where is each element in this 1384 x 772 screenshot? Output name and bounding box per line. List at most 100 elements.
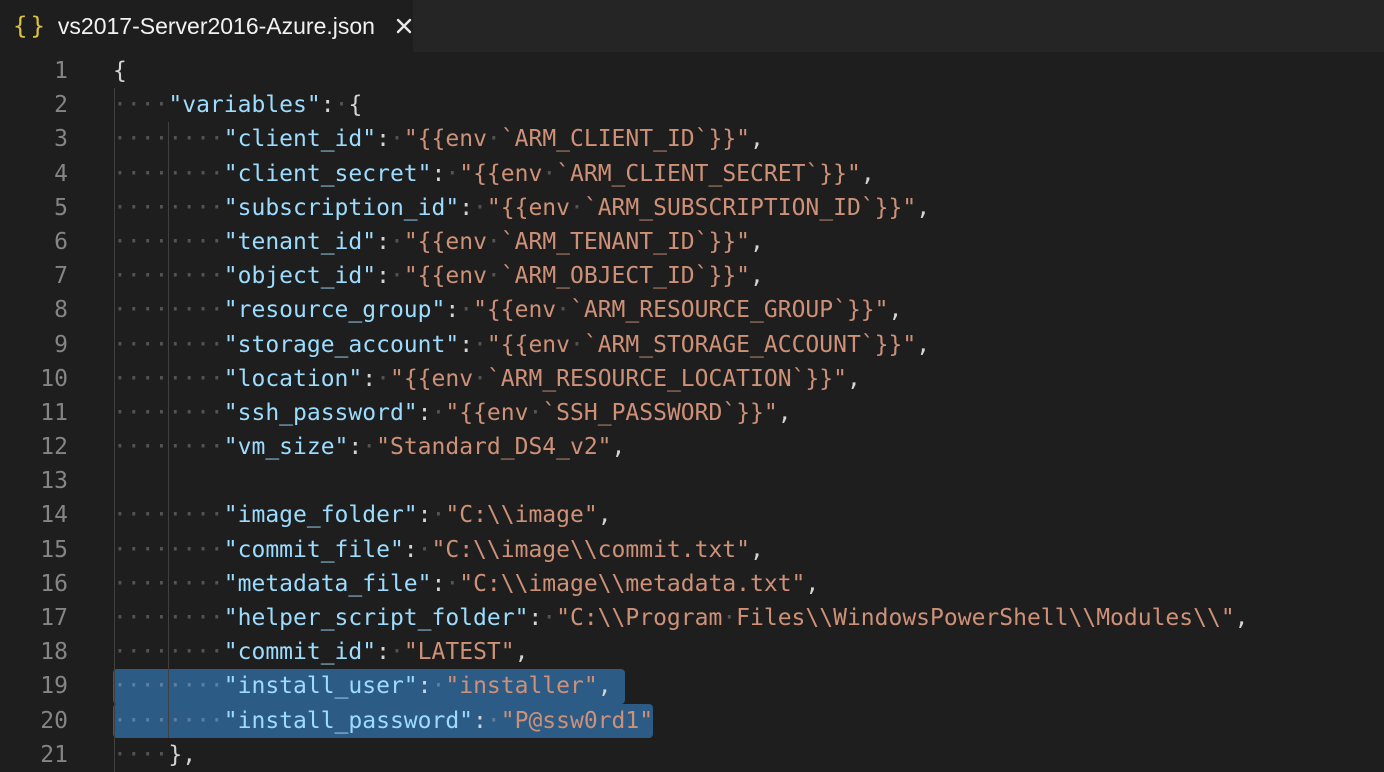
code-line[interactable]: 15········"commit_file":·"C:\\image\\com… — [0, 533, 1384, 567]
json-string: "installer" — [445, 673, 597, 699]
code-line[interactable]: 14 ········"image_folder":·"C:\\image", — [0, 498, 1384, 532]
code-editor[interactable]: 1{2····"variables":·{3········"client_id… — [0, 52, 1384, 772]
json-string: "C:\\Program — [556, 605, 722, 631]
json-punctuation: { — [113, 58, 127, 84]
json-key: "helper_script_folder" — [224, 605, 529, 631]
whitespace-dots: · — [542, 605, 556, 631]
json-string: "{{env — [404, 126, 487, 152]
line-number[interactable]: 12 — [0, 430, 68, 464]
json-punctuation: : — [376, 229, 390, 255]
whitespace-dots: · — [432, 673, 446, 699]
code-text: ····"variables":·{ — [113, 88, 362, 122]
json-punctuation: : — [376, 639, 390, 665]
json-key: "object_id" — [224, 263, 376, 289]
code-line[interactable]: 10········"location":·"{{env·`ARM_RESOUR… — [0, 362, 1384, 396]
code-line[interactable]: 8········"resource_group":·"{{env·`ARM_R… — [0, 293, 1384, 327]
code-line[interactable]: 20········"install_password":·"P@ssw0rd1… — [0, 704, 1384, 738]
json-punctuation: , — [750, 263, 764, 289]
tab-vs2017-server2016-azure-json[interactable]: {} vs2017-Server2016-Azure.json — [0, 0, 413, 52]
line-number[interactable]: 19 — [0, 669, 68, 703]
whitespace-dots: · — [528, 400, 542, 426]
code-line[interactable]: 9 ········"storage_account":·"{{env·`ARM_… — [0, 328, 1384, 362]
json-punctuation: : — [445, 297, 459, 323]
line-number[interactable]: 5 — [0, 191, 68, 225]
line-number[interactable]: 16 — [0, 567, 68, 601]
code-line[interactable]: 4········"client_secret":·"{{env·`ARM_CL… — [0, 157, 1384, 191]
whitespace-dots: · — [487, 126, 501, 152]
json-punctuation: : — [473, 708, 487, 734]
json-key: "client_secret" — [224, 161, 432, 187]
line-number[interactable]: 15 — [0, 533, 68, 567]
json-string: `ARM_RESOURCE_GROUP`}}" — [570, 297, 889, 323]
line-number[interactable]: 13 — [0, 464, 68, 498]
line-number[interactable]: 11 — [0, 396, 68, 430]
json-punctuation: : — [321, 92, 335, 118]
whitespace-dots: · — [487, 263, 501, 289]
whitespace-dots: · — [390, 126, 404, 152]
code-line[interactable]: 3········"client_id":·"{{env·`ARM_CLIENT… — [0, 122, 1384, 156]
code-line[interactable]: 17········"helper_script_folder":·"C:\\P… — [0, 601, 1384, 635]
code-line[interactable]: 2 ····"variables":·{ — [0, 88, 1384, 122]
code-line[interactable]: 18········"commit_id":·"LATEST", — [0, 635, 1384, 669]
json-punctuation: , — [805, 571, 819, 597]
json-punctuation: , — [847, 366, 861, 392]
code-text: ········"client_id":·"{{env·`ARM_CLIENT_… — [113, 122, 764, 156]
code-line[interactable]: 7········"object_id":·"{{env·`ARM_OBJECT… — [0, 259, 1384, 293]
code-line[interactable]: 13 — [0, 464, 1384, 498]
code-line[interactable]: 12········"vm_size":·"Standard_DS4_v2", — [0, 430, 1384, 464]
json-file-icon: {} — [13, 12, 48, 40]
code-text-selected: ········"install_user":·"installer", — [113, 669, 625, 703]
json-punctuation: , — [750, 126, 764, 152]
json-punctuation: : — [418, 673, 432, 699]
json-punctuation: : — [404, 537, 418, 563]
json-string: "{{env — [390, 366, 473, 392]
line-number[interactable]: 7 — [0, 259, 68, 293]
json-punctuation: : — [459, 332, 473, 358]
indent-guide-level-1 — [114, 88, 115, 772]
line-number[interactable]: 20 — [0, 704, 68, 738]
json-string: `ARM_CLIENT_ID`}}" — [501, 126, 750, 152]
code-line[interactable]: 5········"subscription_id":·"{{env·`ARM_… — [0, 191, 1384, 225]
indent-guide-level-2 — [168, 122, 169, 738]
close-tab-icon[interactable] — [391, 13, 417, 39]
json-key: "subscription_id" — [224, 195, 459, 221]
json-string: `ARM_TENANT_ID`}}" — [501, 229, 750, 255]
line-number[interactable]: 1 — [0, 54, 68, 88]
json-string: `ARM_STORAGE_ACCOUNT`}}" — [584, 332, 916, 358]
json-key: "commit_id" — [224, 639, 376, 665]
code-line[interactable]: 16········"metadata_file":·"C:\\image\\m… — [0, 567, 1384, 601]
json-key: "location" — [224, 366, 362, 392]
code-line[interactable]: 6········"tenant_id":·"{{env·`ARM_TENANT… — [0, 225, 1384, 259]
line-number[interactable]: 8 — [0, 293, 68, 327]
line-number[interactable]: 2 — [0, 88, 68, 122]
whitespace-dots: ···· — [113, 92, 168, 118]
whitespace-dots: · — [722, 605, 736, 631]
line-number[interactable]: 21 — [0, 738, 68, 772]
line-number[interactable]: 10 — [0, 362, 68, 396]
line-number[interactable]: 3 — [0, 122, 68, 156]
line-number[interactable]: 14 — [0, 498, 68, 532]
vscode-window: {} vs2017-Server2016-Azure.json 1{2····"… — [0, 0, 1384, 772]
code-lines: 1{2····"variables":·{3········"client_id… — [0, 54, 1384, 772]
code-text: ········"storage_account":·"{{env·`ARM_S… — [113, 328, 930, 362]
line-number[interactable]: 18 — [0, 635, 68, 669]
code-line[interactable]: 21····}, — [0, 738, 1384, 772]
line-number[interactable]: 6 — [0, 225, 68, 259]
code-text: ········"image_folder":·"C:\\image", — [113, 498, 612, 532]
json-string: "C:\\image\\commit.txt" — [432, 537, 751, 563]
json-punctuation: : — [348, 434, 362, 460]
json-punctuation: : — [459, 195, 473, 221]
json-key: "metadata_file" — [224, 571, 432, 597]
json-key: "storage_account" — [224, 332, 459, 358]
code-text: ········"helper_script_folder":·"C:\\Pro… — [113, 601, 1249, 635]
line-number[interactable]: 17 — [0, 601, 68, 635]
code-line[interactable]: 19 ········"install_user":·"installer", — [0, 669, 1384, 703]
code-line[interactable]: 11········"ssh_password":·"{{env·`SSH_PA… — [0, 396, 1384, 430]
json-string: "{{env — [487, 195, 570, 221]
line-number[interactable]: 9 — [0, 328, 68, 362]
json-punctuation: , — [778, 400, 792, 426]
whitespace-dots: · — [556, 297, 570, 323]
code-line[interactable]: 1{ — [0, 54, 1384, 88]
line-number[interactable]: 4 — [0, 157, 68, 191]
json-key: "resource_group" — [224, 297, 446, 323]
